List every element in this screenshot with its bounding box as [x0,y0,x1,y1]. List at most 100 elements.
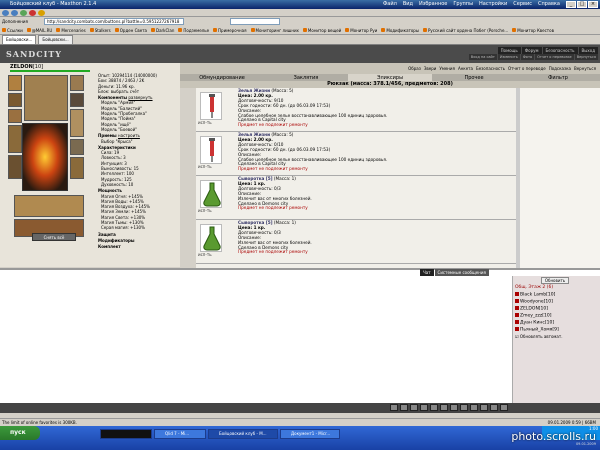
home-icon[interactable] [38,9,45,16]
menu-view[interactable]: Вид [403,0,413,9]
taskbar-item[interactable]: Документ1 - Micr... [280,429,340,439]
address-input[interactable]: http://sandcity.combats.com/buttons.pl?b… [44,18,184,25]
link-8[interactable]: Мониторинг лишних [250,28,299,33]
taskbar-item[interactable]: Бойцовский клуб - M... [208,429,278,439]
chat-button[interactable] [430,404,438,411]
chat-button[interactable] [480,404,488,411]
unequip-all-button[interactable]: Снять всё [32,233,76,241]
link-10[interactable]: Монитор Руи [345,28,377,33]
menu-tools[interactable]: Сервис [513,0,532,9]
online-user[interactable]: ZELDON[10] [515,306,548,312]
use-item-link[interactable]: исп-ть [198,164,212,169]
earring-slot[interactable] [8,93,22,107]
minimize-button[interactable]: _ [566,1,576,8]
potion-icon[interactable] [200,92,222,120]
tab-profile[interactable]: Анкета [458,66,473,71]
sub-link-4[interactable]: Вернуться [574,54,598,60]
sub-link-2[interactable]: Фото [520,54,535,60]
tab-skills[interactable]: Умения [439,66,455,71]
taskbar-item[interactable]: Qlid 7 - Mi... [154,429,206,439]
sub-link-0[interactable]: Вход на сайт [468,54,497,60]
chat-log[interactable] [0,268,600,403]
menu-favorites[interactable]: Избранное [419,0,447,9]
link-13[interactable]: Монитор Квестов [512,28,554,33]
chat-button[interactable] [440,404,448,411]
chat-button[interactable] [390,404,398,411]
chat-button[interactable] [420,404,428,411]
link-11[interactable]: Модификаторы [381,28,419,33]
sub-link-1[interactable]: Изменить [497,54,520,60]
link-6[interactable]: Подземелье [178,28,209,33]
stop-icon[interactable] [29,9,36,16]
chat-input-bar[interactable] [0,403,600,413]
section-modifiers[interactable]: Модификаторы [98,238,178,243]
serum-flask-icon[interactable] [200,224,222,252]
auto-refresh-checkbox[interactable]: ☑ Обновлять автомат. [515,334,562,339]
taskbar-item[interactable] [100,429,152,439]
exit-link[interactable]: Выход [578,47,598,54]
menu-help[interactable]: Справка [538,0,560,9]
technique-item[interactable]: Выбор "Крыса" [98,139,178,144]
tab-hint[interactable]: Подсказка [549,66,571,71]
tab-return[interactable]: Вернуться [574,66,596,71]
page-tab-0[interactable]: Бойцовски... [2,35,37,44]
use-item-link[interactable]: исп-ть [198,252,212,257]
help-link[interactable]: Помощь [497,47,521,54]
online-user[interactable]: Дуан Кинс[10] [515,320,554,326]
online-user[interactable]: Пьяный_Хомя[9] [515,327,559,333]
link-7[interactable]: Примерочная [213,28,247,33]
link-12[interactable]: Русский сайт ордена Побег (Porsche... [423,28,508,33]
tab-system-messages[interactable]: Системные сообщения [434,269,489,276]
menu-groups[interactable]: Группы [453,0,473,9]
online-user[interactable]: Woodyone[10] [515,299,553,305]
tab-transfer-report[interactable]: Отчет о переводе [508,66,546,71]
maximize-button[interactable]: □ [577,1,587,8]
link-3[interactable]: Stalkers [89,28,111,33]
online-user[interactable]: Zmey_zzz[10] [515,313,551,319]
necklace-slot[interactable] [8,109,22,123]
helmet-slot[interactable] [8,75,22,91]
link-1[interactable]: @MAIL.RU [26,28,52,33]
chat-button[interactable] [450,404,458,411]
chat-button[interactable] [410,404,418,411]
link-9[interactable]: Монитор вещей [302,28,341,33]
link-2[interactable]: Mercenaries [56,28,86,33]
potion-icon[interactable] [200,136,222,164]
section-defense[interactable]: Защита [98,232,178,237]
search-input[interactable] [230,18,280,25]
menu-settings[interactable]: Настройки [479,0,507,9]
gloves-slot[interactable] [70,75,84,91]
forum-link[interactable]: Форум [521,47,542,54]
back-icon[interactable] [2,9,9,16]
online-user[interactable]: Black Lamb[10] [515,292,555,298]
close-window-button[interactable]: × [588,1,598,8]
chat-button[interactable] [470,404,478,411]
serum-flask-icon[interactable] [200,180,222,208]
boots-slot[interactable] [70,157,84,179]
link-0[interactable]: Ссылки [2,28,23,33]
bracers-slot[interactable] [70,93,84,107]
weapon-slot[interactable] [8,125,22,153]
tab-chat[interactable]: Чат [420,269,434,276]
start-button[interactable]: пуск [0,426,40,440]
chat-button[interactable] [500,404,508,411]
security-link[interactable]: Безопасность [542,47,578,54]
sub-link-3[interactable]: Отчет о перевозке [535,54,574,60]
link-5[interactable]: DarkClan [150,28,174,33]
belt-slot[interactable] [70,139,84,155]
section-set[interactable]: Комплект [98,244,178,249]
page-tab-1[interactable]: Бойцовски... [38,35,73,44]
refresh-button[interactable]: Обновить [541,277,569,284]
tab-security[interactable]: Безопасность [476,66,505,71]
tab-image[interactable]: Образ [408,66,421,71]
armor-slot[interactable] [8,155,22,179]
shield-slot[interactable] [70,109,84,137]
link-4[interactable]: Орден Света [114,28,147,33]
refresh-icon[interactable] [20,9,27,16]
tab-pets[interactable]: Звери [424,66,437,71]
component-item[interactable]: Модель "Боевой" [98,127,178,132]
forward-icon[interactable] [11,9,18,16]
use-item-link[interactable]: исп-ть [198,208,212,213]
character-avatar[interactable] [22,123,68,191]
ring-slots[interactable] [14,195,84,217]
